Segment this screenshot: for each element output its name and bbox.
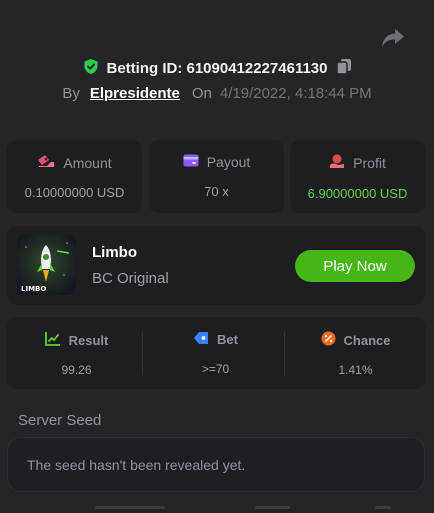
result-value: 99.26 — [61, 363, 92, 377]
cropped-text-fragment — [95, 506, 165, 509]
payout-value: 70 x — [204, 184, 229, 199]
profit-value: 6.90000000 USD — [307, 186, 408, 201]
server-seed-field: The seed hasn't been revealed yet. — [7, 437, 425, 492]
game-subtitle: BC Original — [92, 270, 169, 287]
bet-icon — [193, 331, 209, 348]
shield-check-icon — [83, 58, 99, 79]
chance-icon — [321, 331, 336, 349]
bet-timestamp: 4/19/2022, 4:18:44 PM — [219, 85, 372, 102]
result-label: Result — [68, 332, 109, 348]
username-link[interactable]: Elpresidente — [90, 85, 180, 102]
game-thumbnail-text: LIMBO — [21, 285, 46, 293]
profit-icon — [329, 154, 345, 172]
server-seed-label: Server Seed — [18, 412, 102, 429]
column-divider — [284, 331, 285, 375]
profit-card: Profit 6.90000000 USD — [290, 140, 425, 213]
game-thumbnail[interactable]: LIMBO — [17, 235, 76, 295]
cropped-text-fragment — [255, 506, 290, 509]
column-divider — [142, 331, 143, 375]
chance-value: 1.41% — [338, 363, 373, 377]
payout-icon — [183, 154, 199, 170]
betting-id: 61090412227461130 — [186, 60, 328, 77]
server-seed-text: The seed hasn't been revealed yet. — [27, 457, 246, 473]
result-column: Result 99.26 — [7, 317, 146, 389]
on-label: On — [191, 85, 212, 102]
amount-label: Amount — [63, 154, 112, 171]
result-card: Result 99.26 Bet >=70 Chance 1.41% — [7, 317, 425, 389]
amount-value: 0.10000000 USD — [24, 185, 125, 200]
play-now-button[interactable]: Play Now — [295, 250, 415, 282]
bet-column: Bet >=70 — [146, 317, 285, 389]
bet-author-row: By Elpresidente On 4/19/2022, 4:18:44 PM — [0, 85, 434, 102]
payout-label: Payout — [206, 154, 251, 170]
chance-column: Chance 1.41% — [286, 317, 425, 389]
result-icon — [44, 331, 61, 349]
betting-id-row: Betting ID: 61090412227461130 — [0, 58, 434, 79]
amount-card: Amount 0.10000000 USD — [7, 140, 142, 213]
amount-icon — [37, 154, 55, 171]
by-label: By — [62, 85, 80, 102]
profit-label: Profit — [353, 155, 386, 171]
bet-label: Bet — [217, 332, 238, 347]
betting-id-label: Betting ID: — [106, 60, 183, 77]
payout-card: Payout 70 x — [149, 140, 284, 213]
chance-label: Chance — [343, 332, 391, 348]
cropped-text-fragment — [375, 506, 391, 509]
game-title: Limbo — [92, 244, 137, 261]
bet-value: >=70 — [201, 362, 230, 376]
share-icon[interactable] — [380, 26, 406, 50]
copy-icon[interactable] — [335, 58, 352, 79]
game-card: LIMBO Limbo BC Original Play Now — [7, 226, 425, 305]
